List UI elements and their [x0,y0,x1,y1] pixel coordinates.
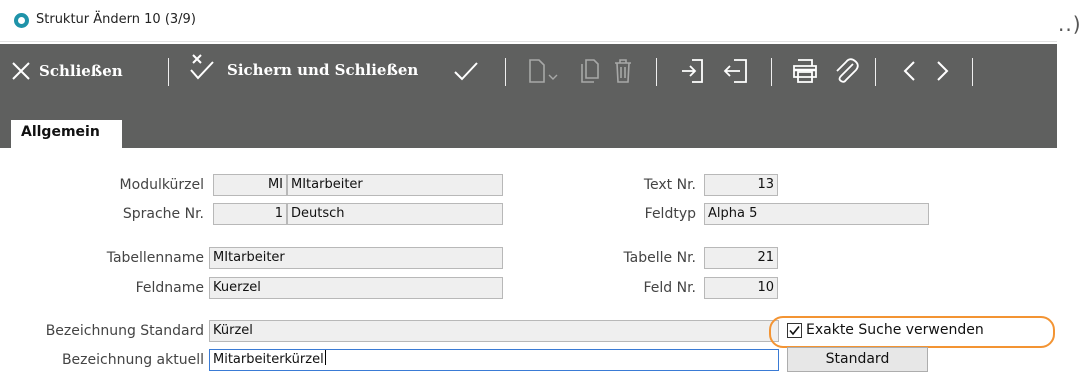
bezeichnung-aktuell-input[interactable]: Mitarbeiterkürzel [209,349,779,371]
check-icon [453,60,479,82]
next-icon [933,58,951,84]
text-nr-label: Text Nr. [643,177,696,193]
save-and-close-label: Sichern und Schließen [227,61,419,79]
close-button-label: Schließen [39,62,123,80]
bezeichnung-standard-label: Bezeichnung Standard [45,323,204,339]
app-icon [14,13,29,28]
sprache-label: Sprache Nr. [122,206,204,222]
feldtyp-label: Feldtyp [644,206,696,222]
copy-button[interactable] [580,55,600,87]
import-button[interactable] [680,55,704,87]
save-and-close-button[interactable]: Sichern und Schließen [188,51,418,83]
sprache-name-field: Deutsch [287,203,503,225]
print-icon [791,58,819,84]
tab-strip: Allgemein [0,120,1057,148]
toolbar-separator [875,58,876,86]
new-document-button[interactable] [528,55,560,87]
previous-record-button[interactable] [901,55,919,87]
close-button[interactable]: Schließen [10,55,123,87]
check-mark-icon [789,326,800,336]
import-icon [680,58,704,84]
tab-allgemein[interactable]: Allgemein [11,120,122,148]
toolbar-separator [656,58,657,86]
save-close-icon [188,52,216,82]
export-icon [722,58,750,84]
modulkuerzel-name-field: MItarbeiter [287,174,503,196]
delete-button[interactable] [613,55,633,87]
window-title: Struktur Ändern 10 (3/9) [36,12,196,27]
modulkuerzel-code-field: MI [213,174,287,196]
standard-button[interactable]: Standard [787,347,928,372]
toolbar-separator [168,58,169,86]
tabelle-nr-label: Tabelle Nr. [623,250,696,266]
sprache-code-field: 1 [213,203,287,225]
modulkuerzel-label: Modulkürzel [119,177,204,193]
feld-nr-field: 10 [704,277,778,299]
text-nr-field: 13 [704,174,778,196]
tabelle-nr-field: 21 [704,247,778,269]
attach-button[interactable] [833,55,859,87]
exakte-suche-checkbox[interactable] [787,323,802,338]
feldname-label: Feldname [135,280,204,296]
tabellenname-label: Tabellenname [106,250,204,266]
tabellenname-field: MItarbeiter [209,247,503,269]
feld-nr-label: Feld Nr. [643,280,696,296]
toolbar-separator [505,58,506,86]
bezeichnung-aktuell-value: Mitarbeiterkürzel [213,352,324,367]
copy-icon [580,58,600,84]
close-icon [10,60,32,82]
attach-icon [833,58,859,84]
title-bar: Struktur Ändern 10 (3/9) [0,0,1057,42]
feldname-field: Kuerzel [209,277,503,299]
next-record-button[interactable] [933,55,951,87]
exakte-suche-label[interactable]: Exakte Suche verwenden [806,320,984,340]
new-doc-icon [528,58,560,84]
toolbar-separator [771,58,772,86]
print-button[interactable] [791,55,819,87]
delete-icon [613,58,633,84]
toolbar: Schließen Sichern und Schließen [0,44,1057,120]
feldtyp-field: Alpha 5 [704,203,929,225]
prev-icon [901,58,919,84]
toolbar-separator [972,58,973,86]
text-caret [324,350,326,365]
export-button[interactable] [722,55,750,87]
bezeichnung-aktuell-label: Bezeichnung aktuell [61,352,204,368]
bezeichnung-standard-field: Kürzel [209,320,779,342]
save-button[interactable] [453,55,479,87]
title-overflow-text: ..) [1058,12,1082,36]
